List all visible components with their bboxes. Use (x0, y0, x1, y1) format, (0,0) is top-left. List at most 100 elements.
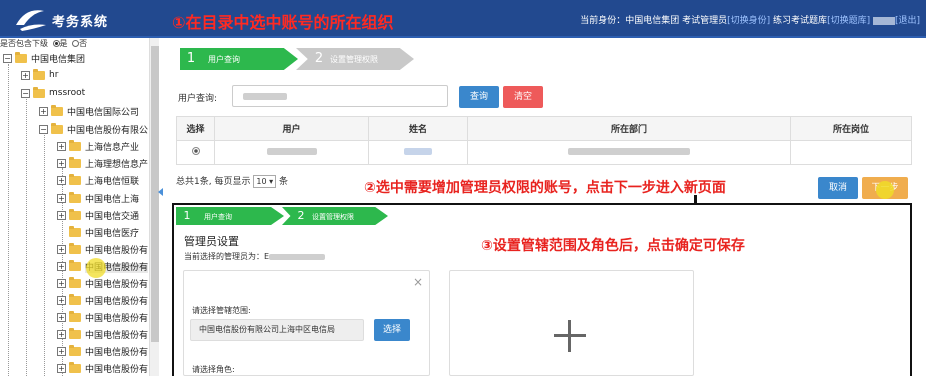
collapse-sidebar-icon[interactable] (158, 188, 163, 196)
query-button[interactable]: 查询 (459, 86, 499, 108)
tree-node[interactable]: + 中国电信股份有 (57, 243, 148, 259)
step-1-user-query: 1 用户查询 (176, 207, 284, 225)
expand-toggle[interactable]: + (57, 176, 66, 185)
expand-toggle[interactable]: + (57, 159, 66, 168)
cancel-button[interactable]: 取消 (818, 177, 858, 199)
expand-toggle[interactable]: + (57, 245, 66, 254)
logo-icon (16, 10, 46, 31)
per-page-value: 10 (256, 177, 267, 186)
annotation-step-1: ①在目录中选中账号的所在组织 (172, 13, 394, 32)
tree-node-label: 上海信息产业 (85, 143, 140, 153)
redacted-value (269, 253, 326, 260)
folder-icon (69, 209, 81, 220)
tree-node-root[interactable]: − 中国电信集团 (3, 52, 85, 68)
row-radio[interactable] (191, 147, 200, 155)
scope-field[interactable]: 中国电信股份有限公司上海中区电信局 (190, 319, 364, 341)
expand-toggle[interactable]: + (57, 347, 66, 356)
tree-node[interactable]: + 上海电信恒联 (57, 174, 139, 190)
expand-toggle[interactable]: + (57, 194, 66, 203)
tree-node-mssroot[interactable]: − mssroot (21, 86, 85, 104)
expand-toggle[interactable]: + (57, 262, 66, 271)
click-highlight (86, 258, 106, 278)
table-row[interactable] (176, 140, 912, 165)
user-query-label: 用户查询: (178, 94, 218, 104)
table-header-row: 选择 用户 姓名 所在部门 所在岗位 (176, 116, 912, 141)
col-select: 选择 (176, 116, 215, 141)
org-tree-panel: 是否包含下级 是 否 − 中国电信集团 + hr − mssroot + 中国电信国际公… (0, 38, 152, 376)
tree-guide-line (8, 64, 9, 376)
folder-icon (51, 105, 63, 116)
close-icon[interactable]: × (413, 275, 423, 289)
switch-bank-link[interactable]: [切换题库] (827, 16, 870, 26)
folder-icon (33, 86, 45, 98)
tree-node-shares[interactable]: − 中国电信股份有限公 (39, 123, 148, 139)
per-page-suffix: 条 (278, 177, 288, 187)
expand-toggle[interactable]: + (57, 330, 66, 339)
step-2-set-permission: 2 设置管理权限 (282, 207, 388, 225)
radio-yes-label: 是 (59, 39, 68, 48)
choose-scope-button[interactable]: 选择 (374, 319, 410, 341)
step-number: 1 (183, 209, 191, 222)
user-info: 当前身份：中国电信集团 考试管理员[切换身份] 练习考试题库[切换题库] [退出… (580, 13, 920, 26)
tree-node[interactable]: + 中国电信股份有 (57, 311, 148, 327)
sidebar-scrollbar[interactable] (149, 38, 159, 376)
include-subordinate-filter: 是否包含下级 是 否 (0, 38, 87, 52)
expand-toggle[interactable]: + (21, 70, 30, 80)
app-title: 考务系统 (52, 15, 109, 30)
expand-toggle[interactable]: + (57, 142, 66, 151)
logout-link[interactable]: [退出] (895, 16, 920, 26)
tree-node[interactable]: + 中国电信上海 (57, 192, 139, 208)
position-cell (790, 140, 912, 165)
tree-node[interactable]: + 中国电信交通 (57, 209, 139, 225)
radio-yes[interactable] (52, 40, 60, 47)
switch-identity-link[interactable]: [切换身份] (727, 16, 770, 26)
user-query-input[interactable] (232, 85, 448, 107)
collapse-toggle[interactable]: − (39, 125, 48, 134)
per-page-prefix: 每页显示 (214, 177, 251, 187)
practice-bank-text: 练习考试题库 (773, 16, 828, 26)
tree-node[interactable]: + 上海理想信息产 (57, 157, 148, 173)
folder-icon (51, 123, 63, 134)
clear-button[interactable]: 清空 (503, 86, 543, 108)
col-department: 所在部门 (467, 116, 791, 141)
expand-toggle[interactable]: + (39, 107, 48, 116)
tree-node-label: 中国电信股份有限公 (67, 126, 149, 136)
col-position: 所在岗位 (790, 116, 912, 141)
folder-icon (69, 140, 81, 151)
collapse-toggle[interactable]: − (3, 54, 12, 63)
tree-guide-line (44, 132, 45, 376)
tree-node-hr[interactable]: + hr (21, 68, 58, 86)
per-page-select[interactable]: 10 ▾ (253, 175, 277, 188)
plus-icon-bar[interactable] (554, 334, 586, 337)
folder-icon (15, 52, 27, 63)
tree-node[interactable]: + 中国电信股份有 (57, 294, 148, 310)
expand-toggle[interactable]: + (57, 279, 66, 288)
row-select-cell[interactable] (176, 140, 215, 165)
add-card[interactable] (449, 270, 694, 376)
expand-toggle[interactable]: + (57, 211, 66, 220)
tree-node-international[interactable]: + 中国电信国际公司 (39, 105, 139, 121)
tree-node[interactable]: + 中国电信股份有 (57, 277, 148, 293)
tree-node-label: 中国电信股份有 (85, 348, 149, 358)
expand-toggle[interactable]: + (57, 296, 66, 305)
user-cell (214, 140, 369, 165)
tree-node-label: 中国电信上海 (85, 195, 140, 205)
tree-guide-line (26, 96, 27, 376)
tree-node[interactable]: + 中国电信股份有 (57, 345, 148, 361)
filter-label: 是否包含下级 (0, 39, 48, 48)
folder-icon (69, 328, 81, 339)
tree-node[interactable]: + 中国电信股份有 (57, 362, 148, 376)
expand-toggle[interactable]: + (57, 313, 66, 322)
username-redacted (872, 16, 895, 25)
tree-node-label: 中国电信股份有 (85, 314, 149, 324)
tree-node-label: 中国电信股份有 (85, 280, 149, 290)
step-label: 设置管理权限 (312, 213, 354, 221)
identity-text: 中国电信集团 考试管理员 (625, 16, 728, 26)
tree-node[interactable]: + 中国电信股份有 (57, 328, 148, 344)
expand-toggle[interactable]: + (57, 364, 66, 373)
tree-node-label: 上海电信恒联 (85, 177, 140, 187)
tree-node[interactable]: + 上海信息产业 (57, 140, 139, 156)
annotation-step-2: ②选中需要增加管理员权限的账号，点击下一步进入新页面 (364, 180, 726, 196)
collapse-toggle[interactable]: − (21, 88, 30, 98)
tree-node[interactable]: 中国电信医疗 (69, 226, 139, 242)
